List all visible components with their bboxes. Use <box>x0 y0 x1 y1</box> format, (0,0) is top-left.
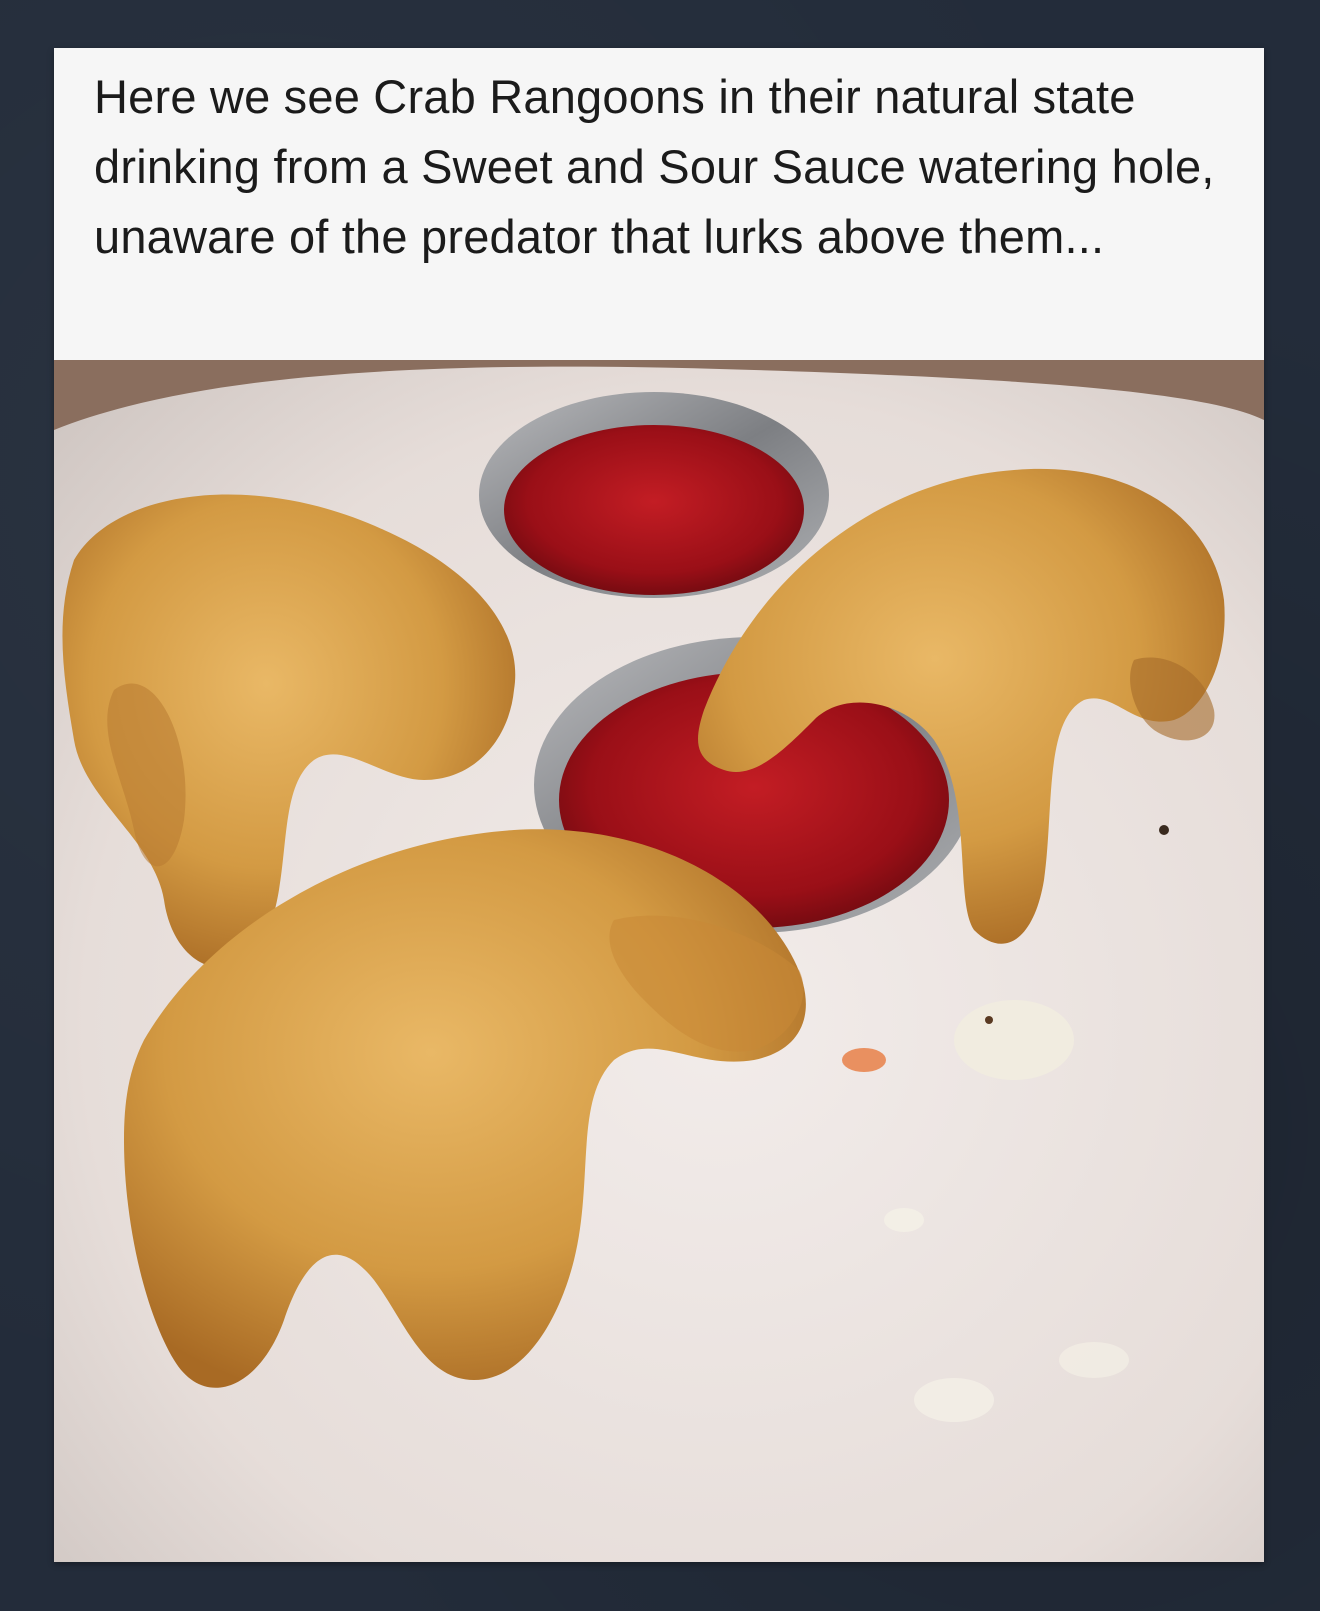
sauce-cup-back <box>479 392 829 598</box>
food-photo <box>54 360 1264 1562</box>
caption-text: Here we see Crab Rangoons in their natur… <box>94 70 1215 263</box>
caption-area: Here we see Crab Rangoons in their natur… <box>54 48 1264 360</box>
food-photo-icon <box>54 360 1264 1562</box>
meme-card: Here we see Crab Rangoons in their natur… <box>54 48 1264 1562</box>
